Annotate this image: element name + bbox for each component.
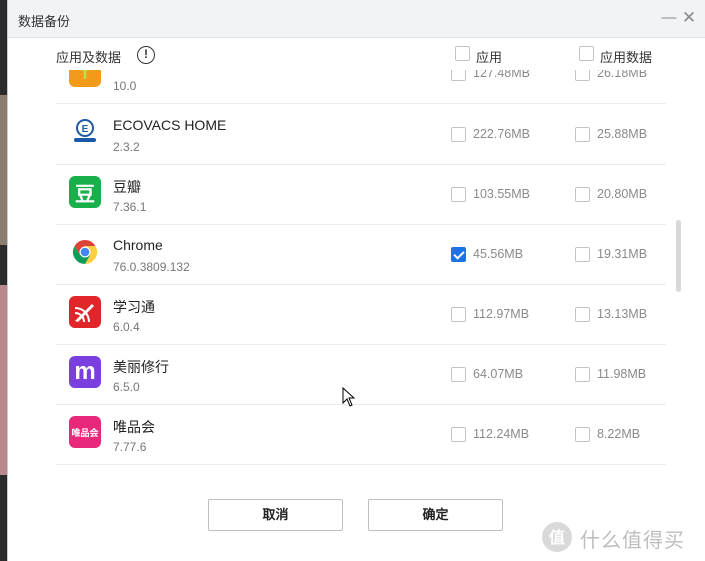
- watermark-text: 什么值得买: [580, 530, 685, 552]
- douban-icon: 豆: [69, 176, 101, 208]
- data-size: 19.31MB: [597, 247, 648, 261]
- cancel-button[interactable]: 取消: [208, 499, 343, 531]
- app-size: 45.56MB: [473, 247, 524, 261]
- select-all-app-checkbox[interactable]: [455, 46, 470, 61]
- app-version: 7.77.6: [113, 440, 147, 454]
- app-name: Chrome: [113, 237, 163, 253]
- vipshop-icon: 唯品会: [69, 416, 101, 448]
- title-bar: 数据备份 — ✕: [8, 0, 705, 38]
- data-checkbox[interactable]: [575, 427, 590, 442]
- svg-text:值: 值: [549, 528, 565, 547]
- backup-dialog: 数据备份 — ✕ 应用及数据 ! 应用 应用数据 ... 10.0 127.48…: [7, 0, 705, 561]
- data-size: 8.22MB: [597, 427, 641, 441]
- data-size: 26.18MB: [597, 70, 648, 80]
- app-version: 10.0: [113, 79, 137, 93]
- info-icon[interactable]: !: [137, 46, 155, 64]
- data-size: 11.98MB: [597, 367, 647, 381]
- app-size: 64.07MB: [473, 367, 524, 381]
- app-name: 豆瓣: [113, 179, 141, 195]
- app-list[interactable]: ... 10.0 127.48MB 26.18MB E ECOVACS HOME…: [8, 70, 705, 466]
- app-size: 112.24MB: [473, 427, 530, 441]
- close-icon[interactable]: ✕: [680, 9, 698, 27]
- list-item: 豆 豆瓣 7.36.1 103.55MB 20.80MB: [56, 165, 666, 225]
- data-checkbox[interactable]: [575, 187, 590, 202]
- data-checkbox[interactable]: [575, 127, 590, 142]
- ok-button[interactable]: 确定: [368, 499, 503, 531]
- app-version: 7.36.1: [113, 200, 147, 214]
- data-size: 20.80MB: [597, 187, 648, 201]
- app-checkbox[interactable]: [451, 307, 466, 322]
- meilixiuxing-icon: m: [69, 356, 101, 388]
- desktop-background: [0, 0, 7, 561]
- app-name: 唯品会: [113, 419, 155, 435]
- list-scrollbar[interactable]: [676, 220, 681, 292]
- list-item: Chrome 76.0.3809.132 45.56MB 19.31MB: [56, 225, 666, 285]
- sprout-icon: [69, 70, 101, 87]
- data-checkbox[interactable]: [575, 247, 590, 262]
- data-size: 13.13MB: [597, 307, 648, 321]
- app-checkbox[interactable]: [451, 70, 466, 81]
- select-all-data-checkbox[interactable]: [579, 46, 594, 61]
- ecovacs-icon: E: [69, 116, 101, 148]
- data-checkbox[interactable]: [575, 307, 590, 322]
- ecovacs-letter: E: [82, 124, 89, 135]
- xuexitong-icon: [69, 296, 101, 328]
- app-size: 103.55MB: [473, 187, 530, 201]
- list-item: ... 10.0 127.48MB 26.18MB: [56, 70, 666, 104]
- app-checkbox[interactable]: [451, 427, 466, 442]
- data-checkbox[interactable]: [575, 70, 590, 81]
- minimize-icon[interactable]: —: [660, 9, 678, 27]
- apps-and-data-label: 应用及数据: [56, 50, 122, 65]
- app-checkbox[interactable]: [451, 127, 466, 142]
- app-size: 112.97MB: [473, 307, 530, 321]
- app-size: 127.48MB: [473, 70, 530, 80]
- app-version: 6.0.4: [113, 320, 140, 334]
- app-checkbox[interactable]: [451, 247, 466, 262]
- app-checkbox[interactable]: [451, 187, 466, 202]
- app-data-column-label: 应用数据: [600, 50, 653, 65]
- app-name: 学习通: [113, 299, 155, 315]
- list-item: 学习通 6.0.4 112.97MB 13.13MB: [56, 285, 666, 345]
- list-item: m 美丽修行 6.5.0 64.07MB 11.98MB: [56, 345, 666, 405]
- chrome-icon: [69, 236, 101, 268]
- list-item: 唯品会 唯品会 7.77.6 112.24MB 8.22MB: [56, 405, 666, 465]
- app-version: 2.3.2: [113, 140, 140, 154]
- data-checkbox[interactable]: [575, 367, 590, 382]
- app-size: 222.76MB: [473, 127, 530, 141]
- list-item: E ECOVACS HOME 2.3.2 222.76MB 25.88MB: [56, 105, 666, 165]
- app-version: 6.5.0: [113, 380, 140, 394]
- app-column-label: 应用: [476, 50, 503, 65]
- app-name: ECOVACS HOME: [113, 117, 227, 133]
- list-header: 应用及数据 ! 应用 应用数据: [8, 38, 705, 70]
- desktop-wallpaper-strip: [0, 285, 7, 475]
- dialog-title: 数据备份: [18, 14, 71, 29]
- app-version: 76.0.3809.132: [113, 260, 190, 274]
- app-name: ...: [113, 70, 125, 72]
- desktop-wallpaper-strip: [0, 95, 7, 245]
- app-checkbox[interactable]: [451, 367, 466, 382]
- mouse-cursor-icon: [342, 387, 356, 407]
- watermark: 值 什么值得买: [540, 520, 705, 554]
- app-name: 美丽修行: [113, 359, 169, 375]
- data-size: 25.88MB: [597, 127, 648, 141]
- watermark-logo-icon: 值: [542, 522, 572, 552]
